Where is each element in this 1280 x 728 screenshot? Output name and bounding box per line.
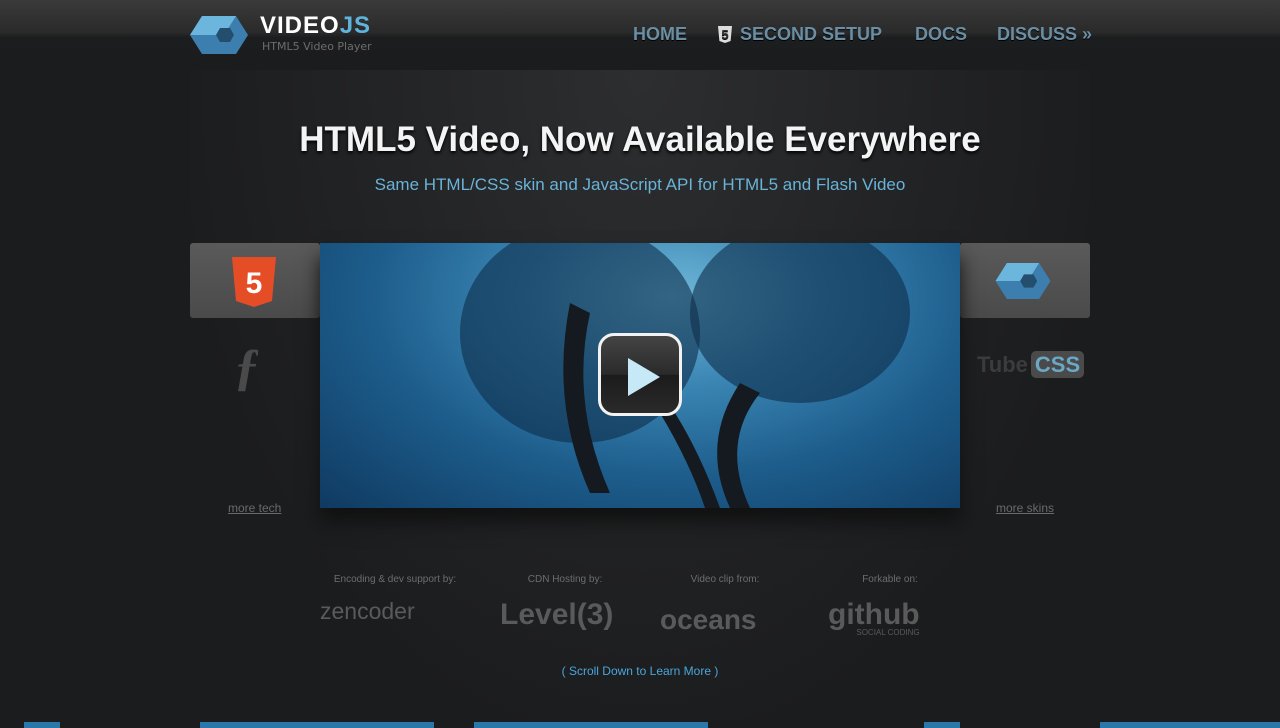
stripe — [474, 722, 708, 728]
nav-docs[interactable]: DOCS — [915, 24, 967, 45]
svg-text:5: 5 — [246, 267, 263, 300]
partner-label: Video clip from: — [690, 574, 760, 585]
more-skins-link[interactable]: more skins — [996, 501, 1054, 515]
html5-logo-icon: 5 — [232, 257, 276, 307]
partner-label: Forkable on: — [862, 574, 918, 585]
partner-label: Encoding & dev support by: — [333, 574, 457, 585]
html5-icon: 5 — [718, 26, 732, 43]
github-name: github — [828, 598, 920, 631]
play-button[interactable] — [598, 333, 682, 416]
page-title: HTML5 Video, Now Available Everywhere — [299, 120, 981, 159]
stripe — [24, 722, 60, 728]
scroll-down-link[interactable]: ( Scroll Down to Learn More ) — [0, 664, 1280, 678]
videojs-skin-icon — [995, 263, 1051, 299]
more-tech-link[interactable]: more tech — [228, 501, 281, 515]
stripe — [1100, 722, 1280, 728]
videojs-logo-icon[interactable] — [190, 16, 248, 54]
tech-html5-box[interactable]: 5 — [190, 243, 320, 318]
oceans-logo[interactable]: oceans — [660, 604, 757, 636]
page-subtitle: Same HTML/CSS skin and JavaScript API fo… — [374, 175, 906, 194]
flash-icon[interactable]: ƒ — [234, 338, 260, 397]
skin-default-box[interactable] — [960, 243, 1090, 318]
partner-label: CDN Hosting by: — [527, 574, 603, 585]
stripe — [924, 722, 960, 728]
stripe — [200, 722, 434, 728]
nav-home[interactable]: HOME — [633, 24, 687, 45]
brand-accent: JS — [339, 12, 372, 39]
tube-text: Tube — [977, 352, 1028, 377]
header: VIDEOJS HTML5 Video Player HOME 5 SECOND … — [0, 0, 1280, 72]
nav-second-setup[interactable]: 5 SECOND SETUP — [718, 24, 882, 45]
nav-label: SECOND SETUP — [740, 24, 883, 44]
zencoder-logo[interactable]: zencoder — [320, 598, 415, 625]
github-logo[interactable]: github SOCIAL CODING — [828, 598, 920, 637]
level3-logo[interactable]: Level(3) — [500, 598, 613, 632]
tagline: HTML5 Video Player — [262, 40, 372, 53]
nav-discuss[interactable]: DISCUSS » — [997, 24, 1092, 45]
brand-name[interactable]: VIDEOJS — [260, 12, 371, 40]
tubecss-skin[interactable]: Tube CSS — [977, 351, 1085, 378]
css-text: CSS — [1030, 351, 1085, 378]
brand-main: VIDEO — [260, 12, 340, 39]
